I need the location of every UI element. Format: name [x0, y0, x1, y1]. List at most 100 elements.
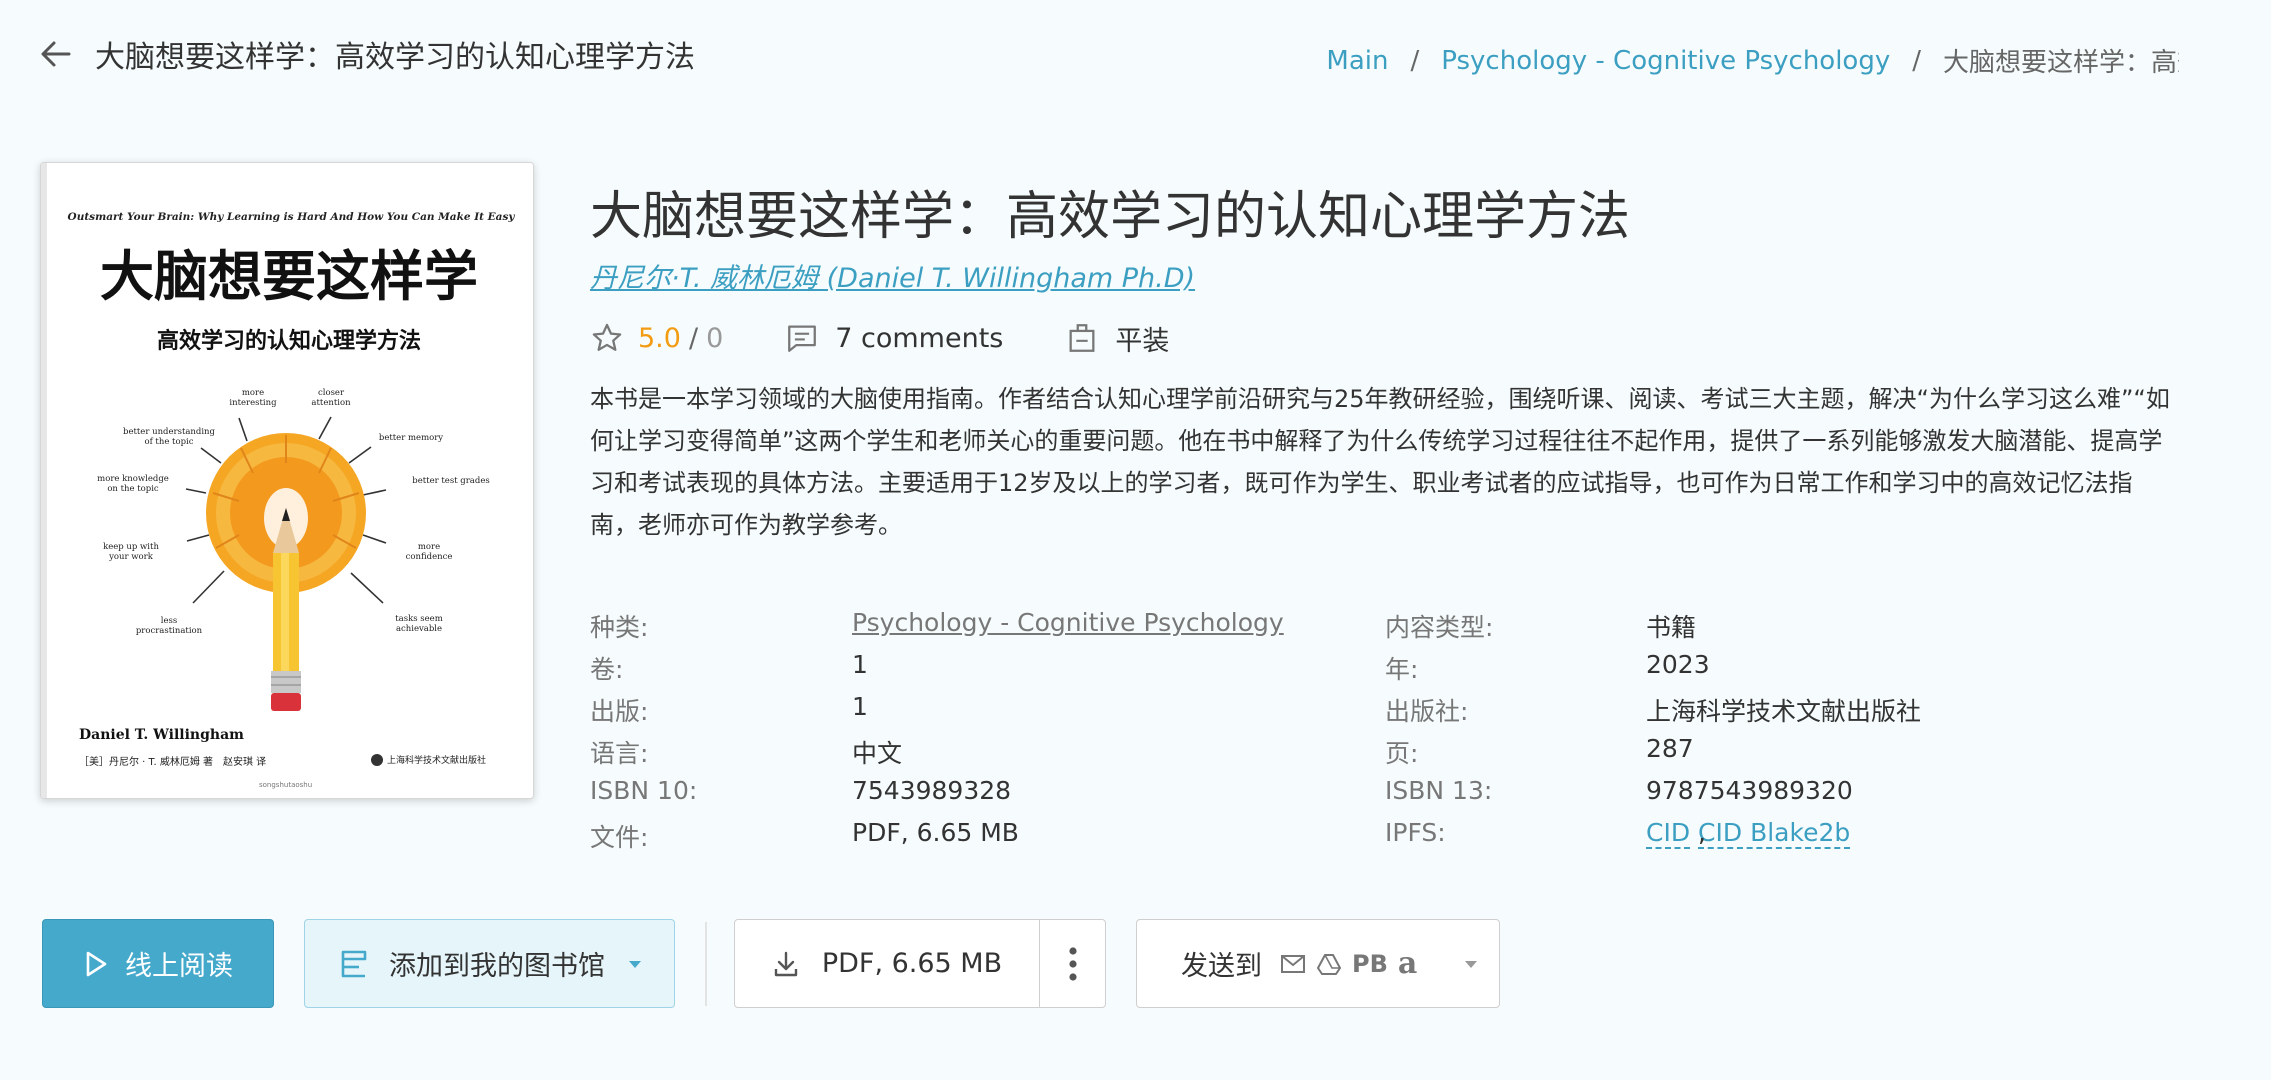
meta-value: 书籍: [1646, 613, 1697, 642]
amazon-icon: a: [1397, 946, 1418, 981]
meta-label: 出版:: [590, 697, 649, 726]
comment-icon: [788, 325, 817, 352]
ipfs-separator: ,: [1698, 818, 1706, 847]
read-online-button[interactable]: 线上阅读: [42, 919, 274, 1008]
add-to-library-label: 添加到我的图书馆: [389, 951, 605, 982]
cover-tagline: Outsmart Your Brain: Why Learning is Har…: [68, 211, 516, 223]
mail-icon: [1281, 954, 1305, 973]
top-bar: 大脑想要这样学：高效学习的认知心理学方法 Main / Psychology -…: [0, 0, 2271, 110]
meta-label: 年:: [1385, 655, 1419, 684]
meta-value: 7543989328: [852, 776, 1012, 805]
ipfs-cid-link[interactable]: CID: [1646, 818, 1691, 849]
binding-label: 平装: [1115, 325, 1170, 357]
book-stats: 5.0 / 0 7 comments 平装: [590, 318, 1169, 358]
svg-text:better understanding: better understanding: [123, 427, 216, 437]
meta-label: 文件:: [590, 823, 649, 852]
meta-value: 1: [852, 692, 868, 721]
breadcrumb-current: 大脑想要这样学：高效学习的认知心理学方法: [1943, 48, 2179, 78]
read-online-label: 线上阅读: [125, 951, 233, 982]
svg-text:closer: closer: [318, 388, 345, 398]
book-binding-icon: [1069, 324, 1095, 352]
star-icon: [592, 323, 622, 351]
svg-text:attention: attention: [311, 398, 351, 408]
svg-text:better memory: better memory: [379, 433, 443, 443]
breadcrumb-category[interactable]: Psychology - Cognitive Psychology: [1441, 46, 1890, 76]
binding-type: 平装: [1065, 319, 1169, 358]
rating-count: 0: [706, 322, 724, 354]
svg-text:of the topic: of the topic: [144, 437, 193, 447]
meta-label: ISBN 13:: [1385, 776, 1493, 805]
meta-value: 上海科学技术文献出版社: [1646, 697, 1922, 726]
svg-text:procrastination: procrastination: [136, 626, 203, 636]
publisher-logo: [371, 754, 383, 766]
pocketbook-icon: PB: [1352, 949, 1388, 978]
page-title: 大脑想要这样学：高效学习的认知心理学方法: [95, 40, 695, 75]
arrow-left-icon: [41, 41, 71, 67]
svg-text:your work: your work: [108, 552, 154, 562]
book-title: 大脑想要这样学：高效学习的认知心理学方法: [590, 187, 1631, 247]
svg-text:less: less: [161, 616, 177, 626]
send-to-button[interactable]: 发送到 PB a: [1136, 919, 1500, 1008]
library-icon: [341, 950, 367, 977]
svg-text:interesting: interesting: [229, 398, 277, 408]
svg-text:more knowledge: more knowledge: [97, 474, 169, 484]
breadcrumb: Main / Psychology - Cognitive Psychology…: [1326, 42, 2179, 79]
cover-author-en: Daniel T. Willingham: [79, 727, 244, 743]
svg-text:tasks seem: tasks seem: [395, 614, 443, 624]
add-to-library-button[interactable]: 添加到我的图书馆: [304, 919, 675, 1008]
comments-link[interactable]: 7 comments: [785, 321, 1003, 355]
breadcrumb-separator: /: [1410, 45, 1420, 76]
cover-author-cn: ［美］丹尼尔 · T. 威林厄姆 著 赵安琪 译: [79, 755, 266, 768]
svg-text:more: more: [242, 388, 264, 398]
cover-artwork: Outsmart Your Brain: Why Learning is Har…: [41, 163, 533, 798]
breadcrumb-main[interactable]: Main: [1326, 46, 1388, 76]
author-link[interactable]: 丹尼尔·T. 威林厄姆 (Daniel T. Willingham Ph.D): [590, 256, 1195, 295]
svg-text:achievable: achievable: [396, 624, 442, 634]
meta-label: 页:: [1385, 739, 1419, 768]
meta-label: IPFS:: [1385, 818, 1446, 847]
svg-text:on the topic: on the topic: [107, 484, 159, 494]
download-label: PDF, 6.65 MB: [821, 948, 1003, 979]
rating-separator: /: [688, 322, 699, 354]
send-to-label: 发送到: [1181, 951, 1262, 982]
svg-text:better test grades: better test grades: [412, 476, 489, 486]
meta-label: 种类:: [590, 613, 649, 642]
drive-icon: [1317, 953, 1341, 975]
ipfs-links: CID , CID Blake2b: [1646, 818, 1851, 849]
meta-value: 9787543989320: [1646, 776, 1853, 805]
rating-value: 5.0: [638, 322, 681, 354]
download-icon: [774, 951, 798, 976]
chevron-down-icon: [629, 960, 641, 968]
play-icon: [86, 951, 107, 976]
cover-footer: songshutaoshu: [259, 781, 312, 789]
breadcrumb-separator: /: [1912, 45, 1921, 76]
category-link[interactable]: Psychology - Cognitive Psychology: [852, 608, 1284, 637]
meta-label: 语言:: [590, 739, 649, 768]
svg-text:more: more: [418, 542, 440, 552]
back-button[interactable]: [38, 36, 74, 72]
cover-subtitle: 高效学习的认知心理学方法: [157, 328, 421, 354]
rating[interactable]: 5.0 / 0: [590, 321, 723, 355]
ipfs-blake2b-link[interactable]: CID Blake2b: [1698, 818, 1851, 849]
chevron-down-icon: [1465, 960, 1478, 968]
send-targets: PB a: [1280, 946, 1427, 981]
book-cover[interactable]: Outsmart Your Brain: Why Learning is Har…: [40, 162, 534, 799]
download-pdf-button[interactable]: PDF, 6.65 MB: [734, 919, 1040, 1008]
cover-title: 大脑想要这样学: [100, 244, 478, 308]
meta-value: PDF, 6.65 MB: [852, 818, 1019, 847]
book-description: 本书是一本学习领域的大脑使用指南。作者结合认知心理学前沿研究与25年教研经验，围…: [590, 385, 2170, 539]
meta-value: 287: [1646, 734, 1694, 763]
meta-value: 1: [852, 650, 868, 679]
meta-label: 出版社:: [1385, 697, 1469, 726]
more-vertical-icon: [1068, 946, 1077, 981]
comments-count: 7 comments: [835, 322, 1004, 354]
more-options-button[interactable]: [1039, 919, 1106, 1008]
action-divider: [705, 922, 707, 1006]
svg-text:keep up with: keep up with: [103, 542, 159, 552]
meta-label: 内容类型:: [1385, 613, 1494, 642]
meta-value: 2023: [1646, 650, 1710, 679]
meta-label: ISBN 10:: [590, 776, 698, 805]
meta-value: 中文: [852, 739, 903, 768]
cover-publisher: 上海科学技术文献出版社: [387, 754, 486, 766]
meta-label: 卷:: [590, 655, 624, 684]
